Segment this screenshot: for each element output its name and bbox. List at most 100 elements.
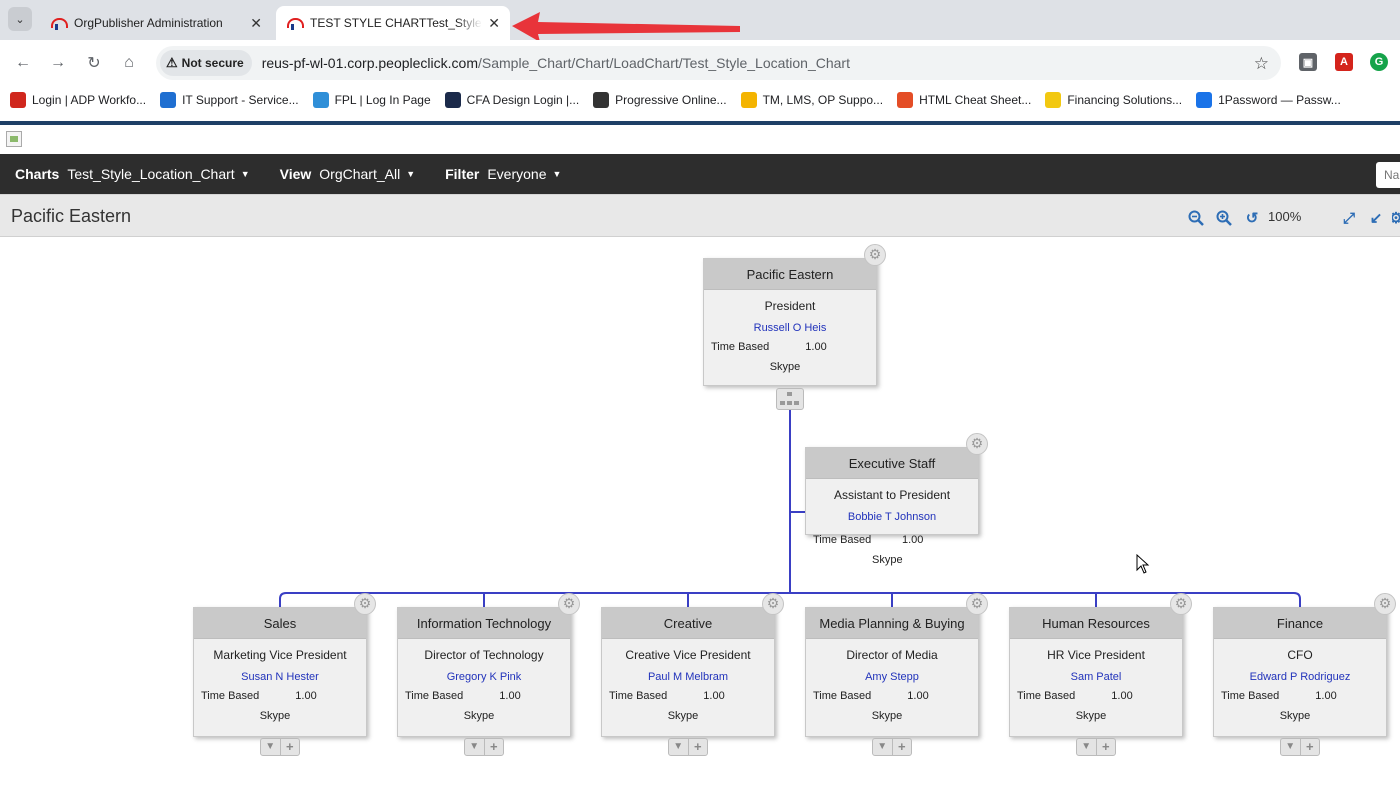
node-person-link[interactable]: Bobbie T Johnson [806,511,978,523]
bookmark-label: Financing Solutions... [1067,93,1183,107]
address-bar[interactable]: ⚠ Not secure reus-pf-wl-01.corp.peoplecl… [156,46,1281,80]
node-person-link[interactable]: Edward P Rodriguez [1214,671,1386,683]
security-indicator[interactable]: ⚠ Not secure [160,50,252,76]
node-skype[interactable]: Skype [194,710,366,722]
node-skype[interactable]: Skype [872,554,903,566]
bookmark-item[interactable]: TM, LMS, OP Suppo... [740,92,884,108]
fte-value: 1.00 [805,341,827,353]
org-node-department[interactable]: Creative Creative Vice President Paul M Me… [601,607,775,737]
expand-controls[interactable]: ▼ + [1280,738,1320,756]
html5-icon [897,92,914,108]
node-title: Marketing Vice President [213,648,347,662]
bookmark-item[interactable]: CFA Design Login |... [444,92,580,108]
bookmarks-bar: Login | ADP Workfo... IT Support - Servic… [0,86,1400,114]
bookmark-item[interactable]: IT Support - Service... [160,92,299,108]
back-arrow-icon[interactable]: ← [12,52,34,74]
view-dropdown[interactable]: View OrgChart_All ▼ [280,166,416,182]
grammarly-icon[interactable]: G [1370,53,1388,71]
node-title: President [764,299,816,313]
gear-icon[interactable]: ⚙ [354,593,376,615]
time-label: Time Based [609,690,668,702]
reload-icon[interactable]: ↻ [83,52,105,74]
bookmark-label: IT Support - Service... [182,93,299,107]
org-node-root[interactable]: Pacific Eastern President Russell O Heis… [703,258,877,386]
fte-value: 1.00 [1315,690,1337,702]
expand-controls[interactable]: ▼ + [668,738,708,756]
org-hierarchy-icon[interactable] [776,388,804,410]
node-person-link[interactable]: Gregory K Pink [398,671,570,683]
home-icon[interactable]: ⌂ [118,52,140,74]
chevron-down-icon[interactable]: ▼ [1077,739,1096,755]
plus-icon[interactable]: + [483,739,504,755]
org-node-department[interactable]: Information Technology Director of Techno… [397,607,571,737]
bookmark-item[interactable]: FPL | Log In Page [312,92,431,108]
plus-icon[interactable]: + [279,739,300,755]
zoom-out-icon[interactable] [1187,209,1205,227]
filter-label: Filter [445,166,480,182]
chevron-down-icon[interactable]: ▼ [261,739,280,755]
extension-icon[interactable]: ▣ [1299,53,1317,71]
bookmark-item[interactable]: Login | ADP Workfo... [10,92,146,108]
charts-dropdown[interactable]: Charts Test_Style_Location_Chart ▼ [15,166,250,182]
bookmark-label: CFA Design Login |... [466,93,580,107]
expand-controls[interactable]: ▼ + [260,738,300,756]
filter-dropdown[interactable]: Filter Everyone ▼ [445,166,561,182]
node-skype[interactable]: Skype [1010,710,1182,722]
bookmark-item[interactable]: Progressive Online... [593,92,727,108]
plus-icon[interactable]: + [687,739,708,755]
settings-icon[interactable]: ⚙ [1392,209,1400,227]
gear-icon[interactable]: ⚙ [762,593,784,615]
org-node-assistant[interactable]: Executive Staff Assistant to President B… [805,447,979,535]
gear-icon[interactable]: ⚙ [966,433,988,455]
zoom-in-icon[interactable] [1215,209,1233,227]
chevron-down-icon[interactable]: ▼ [669,739,688,755]
org-node-department[interactable]: Media Planning & Buying Director of Media… [805,607,979,737]
close-icon[interactable]: ✕ [250,15,262,32]
chevron-down-icon[interactable]: ▼ [1281,739,1300,755]
orgpublisher-icon [50,15,68,31]
tab-orgpublisher-administration[interactable]: OrgPublisher Administration ✕ [40,6,272,40]
node-skype[interactable]: Skype [398,710,570,722]
gear-icon[interactable]: ⚙ [864,244,886,266]
acrobat-icon[interactable]: A [1335,53,1353,71]
chevron-down-icon[interactable]: ▼ [465,739,484,755]
gear-icon[interactable]: ⚙ [1170,593,1192,615]
reset-zoom-icon[interactable]: ↺ [1243,209,1261,227]
node-skype[interactable]: Skype [1214,710,1386,722]
expand-controls[interactable]: ▼ + [1076,738,1116,756]
plus-icon[interactable]: + [1299,739,1320,755]
tab-search-chevron-icon[interactable]: ⌄ [8,7,32,31]
bookmark-star-icon[interactable]: ☆ [1254,54,1269,74]
forward-arrow-icon[interactable]: → [47,52,69,74]
gear-icon[interactable]: ⚙ [966,593,988,615]
chevron-down-icon[interactable]: ▼ [873,739,892,755]
node-skype[interactable]: Skype [806,710,978,722]
tab-test-style-chart[interactable]: TEST STYLE CHARTTest_Style_Location_Char… [276,6,510,40]
fit-to-screen-icon[interactable]: ⤢ [1340,209,1358,227]
plus-icon[interactable]: + [891,739,912,755]
gear-icon[interactable]: ⚙ [558,593,580,615]
search-input[interactable]: Na [1376,162,1400,188]
plus-icon[interactable]: + [1095,739,1116,755]
gear-icon[interactable]: ⚙ [1374,593,1396,615]
org-node-department[interactable]: Sales Marketing Vice President Susan N Hes… [193,607,367,737]
bookmark-label: TM, LMS, OP Suppo... [762,93,884,107]
bookmark-item[interactable]: Financing Solutions... [1045,92,1182,108]
node-skype[interactable]: Skype [704,361,876,373]
node-person-link[interactable]: Russell O Heis [704,322,876,334]
node-person-link[interactable]: Paul M Melbram [602,671,774,683]
node-person-link[interactable]: Susan N Hester [194,671,366,683]
node-person-link[interactable]: Amy Stepp [806,671,978,683]
node-skype[interactable]: Skype [602,710,774,722]
node-title: Director of Technology [424,648,544,662]
collapse-icon[interactable]: ↙ [1367,209,1385,227]
close-icon[interactable]: ✕ [488,15,500,32]
time-label: Time Based [201,690,260,702]
expand-controls[interactable]: ▼ + [464,738,504,756]
node-person-link[interactable]: Sam Patel [1010,671,1182,683]
expand-controls[interactable]: ▼ + [872,738,912,756]
bookmark-item[interactable]: HTML Cheat Sheet... [897,92,1031,108]
org-node-department[interactable]: Finance CFO Edward P Rodriguez Time Based 1.… [1213,607,1387,737]
bookmark-item[interactable]: 1Password — Passw... [1196,92,1341,108]
org-node-department[interactable]: Human Resources HR Vice President Sam Pate… [1009,607,1183,737]
